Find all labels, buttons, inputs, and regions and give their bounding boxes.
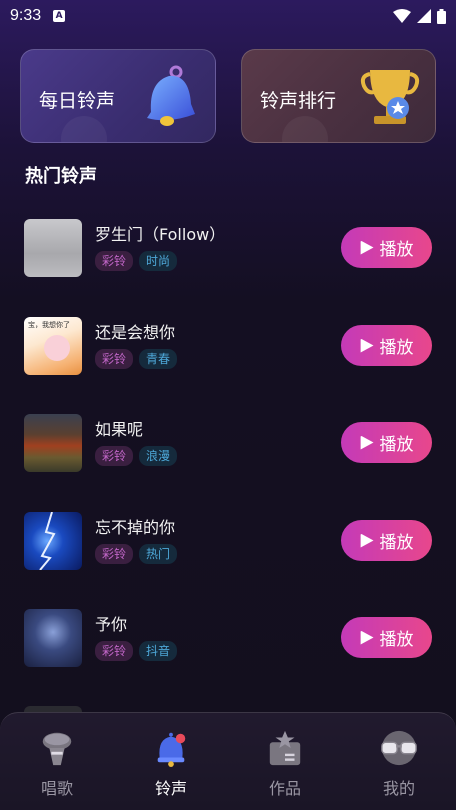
microphone-icon: [42, 732, 72, 766]
nav-item-works[interactable]: 作品: [245, 729, 325, 799]
song-row[interactable]: 罗生门（Follow） 彩铃 时尚 播放: [0, 219, 456, 283]
nav-label-works: 作品: [268, 779, 301, 798]
song-cover-image: [24, 219, 82, 277]
nav-label-mine: 我的: [382, 779, 415, 798]
tag-color-ring: 彩铃: [95, 446, 134, 466]
wifi-icon: [393, 9, 411, 23]
nav-item-mine[interactable]: 我的: [359, 729, 439, 799]
tag-color-ring: 彩铃: [95, 544, 134, 564]
song-title: 予你: [95, 615, 128, 634]
song-row[interactable]: 宝，我想你了 还是会想你 彩铃 青春 播放: [0, 317, 456, 381]
play-icon: [360, 240, 374, 255]
play-button[interactable]: 播放: [341, 422, 432, 463]
signal-icon: [417, 9, 431, 23]
notification-a-icon: A: [53, 10, 66, 22]
song-row[interactable]: 如果呢 彩铃 浪漫 播放: [0, 414, 456, 478]
tag-genre: 抖音: [139, 641, 178, 661]
cover-caption: 宝，我想你了: [28, 321, 70, 329]
song-title: 忘不掉的你: [95, 518, 176, 537]
song-cover-image: [24, 512, 82, 570]
nav-label-ringtone: 铃声: [154, 779, 187, 798]
song-row[interactable]: 忘不掉的你 彩铃 热门 播放: [0, 512, 456, 576]
play-button[interactable]: 播放: [341, 520, 432, 561]
battery-icon: [437, 8, 446, 24]
status-icons: [393, 8, 446, 24]
bell-icon: [147, 65, 195, 126]
play-icon: [360, 338, 374, 353]
play-button[interactable]: 播放: [341, 325, 432, 366]
play-button[interactable]: 播放: [341, 227, 432, 268]
bell-icon: [157, 732, 186, 767]
tag-color-ring: 彩铃: [95, 349, 134, 369]
daily-ringtone-label: 每日铃声: [39, 90, 116, 112]
play-icon: [360, 435, 374, 450]
tag-genre: 浪漫: [139, 446, 178, 466]
status-bar: 9:33 A: [0, 0, 456, 32]
play-button[interactable]: 播放: [341, 617, 432, 658]
song-row[interactable]: 予你 彩铃 抖音 播放: [0, 609, 456, 673]
section-title-hot-ringtones: 热门铃声: [25, 166, 97, 187]
song-cover-image: [24, 609, 82, 667]
song-title: 如果呢: [95, 420, 144, 439]
song-title: 还是会想你: [95, 323, 176, 342]
trophy-icon: [360, 70, 420, 124]
tag-genre: 青春: [139, 349, 178, 369]
nav-item-ringtone[interactable]: 铃声: [131, 729, 211, 799]
bottom-navigation: 唱歌 铃声 作品 我的: [0, 712, 456, 810]
ringtone-ranking-label: 铃声排行: [260, 90, 337, 112]
nav-label-sing: 唱歌: [40, 779, 73, 798]
tag-color-ring: 彩铃: [95, 641, 134, 661]
play-icon: [360, 533, 374, 548]
play-icon: [360, 630, 374, 645]
song-cover-image: 宝，我想你了: [24, 317, 82, 375]
nav-item-sing[interactable]: 唱歌: [17, 729, 97, 799]
tag-genre: 时尚: [139, 251, 178, 271]
daily-ringtone-card[interactable]: 每日铃声: [20, 49, 216, 143]
tag-color-ring: 彩铃: [95, 251, 134, 271]
works-icon: [269, 730, 301, 766]
glasses-icon: [381, 730, 417, 766]
tag-genre: 热门: [139, 544, 178, 564]
status-time: 9:33: [10, 7, 42, 24]
song-title: 罗生门（Follow）: [95, 225, 226, 244]
song-cover-image: [24, 414, 82, 472]
ringtone-ranking-card[interactable]: 铃声排行: [241, 49, 436, 143]
